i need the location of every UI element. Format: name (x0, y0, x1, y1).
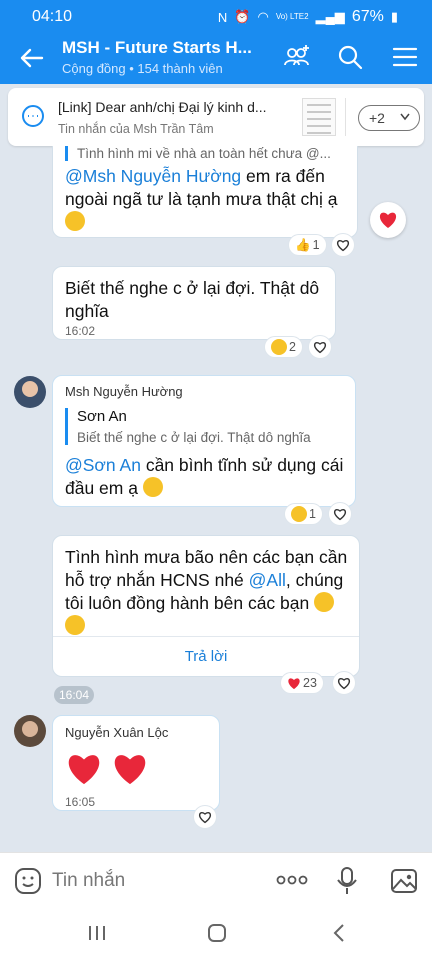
battery-percent: 67% (351, 8, 384, 25)
message-composer: Tin nhắn (0, 852, 432, 908)
message-text: @Sơn An cần bình tĩnh sử dụng cái đầu em… (65, 454, 349, 500)
message-time: 16:05 (65, 795, 96, 809)
reply-divider (53, 636, 359, 637)
like-button[interactable] (328, 502, 352, 526)
pinned-subtitle: Tin nhắn của Msh Trần Tâm (58, 122, 214, 136)
back-nav-icon[interactable] (332, 923, 346, 943)
heart-outline-icon (314, 341, 326, 353)
reply-quote[interactable]: Sơn An Biết thế nghe c ở lại đợi. Thật d… (65, 408, 347, 445)
reaction-count: 1 (309, 507, 316, 521)
reaction-heart-button[interactable] (370, 202, 406, 238)
like-button[interactable] (332, 671, 356, 695)
heart-outline-icon (338, 677, 350, 689)
thumbs-up-icon: 👍 (295, 237, 311, 252)
add-member-icon[interactable] (282, 42, 312, 72)
reaction-summary[interactable]: 2 (264, 336, 303, 358)
status-time: 04:10 (32, 8, 73, 25)
reply-button[interactable]: Trả lời (53, 648, 359, 665)
laugh-emoji-icon (271, 339, 287, 355)
heart-outline-icon (199, 811, 211, 823)
network-label: Vo) LTE2 (275, 12, 309, 21)
avatar-face (22, 721, 38, 737)
recent-apps-icon[interactable] (87, 924, 107, 942)
pinned-message-banner[interactable]: [Link] Dear anh/chị Đại lý kinh d... Tin… (8, 88, 424, 146)
message-bubble[interactable]: Msh Nguyễn Hường Sơn An Biết thế nghe c … (52, 375, 356, 507)
reaction-count: 23 (303, 676, 317, 690)
reaction-summary[interactable]: 1 (284, 503, 323, 525)
chat-header: MSH - Future Starts H... Cộng đồng • 154… (0, 34, 432, 84)
heart-outline-icon (334, 508, 346, 520)
heart-icon (288, 677, 300, 689)
image-icon[interactable] (390, 867, 418, 895)
reaction-count: 2 (289, 340, 296, 354)
quote-text: Tình hình mi về nhà an toàn hết chưa @..… (77, 146, 331, 161)
mention-link[interactable]: @Msh Nguyễn Hường (65, 166, 241, 186)
system-nav-bar (0, 908, 432, 960)
like-button[interactable] (193, 805, 217, 829)
like-button[interactable] (331, 233, 355, 257)
wifi-icon: ◠ (257, 9, 269, 24)
sticker-icon[interactable] (14, 867, 42, 895)
signal-icon: ▂▄▆ (315, 9, 345, 24)
avatar-face (22, 381, 38, 397)
like-button[interactable] (308, 335, 332, 359)
message-time: 16:02 (65, 324, 96, 338)
smile-emoji-icon (65, 615, 85, 635)
heart-icon (379, 212, 397, 228)
message-text: Biết thế nghe c ở lại đợi. Thật dô nghĩa (65, 278, 320, 321)
pinned-title: [Link] Dear anh/chị Đại lý kinh d... (58, 99, 267, 115)
avatar[interactable] (14, 715, 46, 747)
menu-icon[interactable] (390, 42, 420, 72)
smile-emoji-icon (314, 592, 335, 612)
laugh-emoji-icon (291, 506, 307, 522)
home-icon[interactable] (207, 923, 227, 943)
reaction-summary[interactable]: 👍 1 (288, 234, 327, 256)
back-arrow-icon[interactable] (16, 42, 48, 74)
sunglasses-emoji-icon (142, 477, 163, 497)
message-bubble[interactable]: Biết thế nghe c ở lại đợi. Thật dô nghĩa… (52, 266, 336, 340)
status-bar: 04:10 N ⏰ ◠ Vo) LTE2 ▂▄▆ 67% ▮ (0, 0, 432, 34)
more-options-icon[interactable] (276, 873, 308, 887)
top-bar: 04:10 N ⏰ ◠ Vo) LTE2 ▂▄▆ 67% ▮ MSH - Fut… (0, 0, 432, 84)
battery-icon: ▮ (390, 9, 398, 24)
reaction-count: 1 (312, 238, 320, 252)
search-icon[interactable] (335, 42, 365, 72)
message-bubble[interactable]: Tình hình mi về nhà an toàn hết chưa @..… (52, 146, 358, 238)
message-bubble[interactable]: Tình hình mưa bão nên các bạn cần hỗ trợ… (52, 535, 360, 677)
heart-icon (68, 755, 100, 785)
microphone-icon[interactable] (336, 866, 358, 896)
pinned-more-count: +2 (369, 110, 385, 126)
nfc-icon: N (217, 9, 228, 25)
heart-outline-icon (337, 239, 349, 251)
quote-author: Sơn An (77, 408, 127, 425)
chat-bubble-icon (22, 105, 44, 127)
chevron-down-icon (400, 113, 410, 121)
mention-link[interactable]: @All (249, 570, 286, 590)
message-input[interactable]: Tin nhắn (52, 870, 125, 892)
group-title-area[interactable]: MSH - Future Starts H... Cộng đồng • 154… (62, 38, 272, 76)
message-bubble[interactable]: Nguyễn Xuân Lộc 16:05 (52, 715, 220, 811)
alarm-icon: ⏰ (234, 9, 251, 24)
time-divider: 16:04 (54, 686, 94, 704)
smile-emoji-icon (65, 211, 85, 231)
reaction-summary[interactable]: 23 (280, 672, 324, 694)
pinned-more-button[interactable]: +2 (358, 105, 420, 131)
sender-name: Msh Nguyễn Hường (65, 384, 183, 399)
heart-icon (114, 755, 146, 785)
mention-link[interactable]: @Sơn An (65, 455, 141, 475)
message-text: @Msh Nguyễn Hường em ra đến ngoài ngã tư… (65, 165, 351, 234)
group-subtitle: Cộng đồng • 154 thành viên (62, 61, 223, 76)
status-icons: N ⏰ ◠ Vo) LTE2 ▂▄▆ 67% ▮ (218, 8, 398, 26)
avatar[interactable] (14, 376, 46, 408)
divider (345, 98, 346, 136)
pinned-thumbnail (302, 98, 336, 136)
sender-name: Nguyễn Xuân Lộc (65, 725, 169, 740)
group-title: MSH - Future Starts H... (62, 38, 252, 57)
quote-text: Biết thế nghe c ở lại đợi. Thật dô nghĩa (77, 430, 311, 445)
message-text: Tình hình mưa bão nên các bạn cần hỗ trợ… (65, 546, 353, 638)
